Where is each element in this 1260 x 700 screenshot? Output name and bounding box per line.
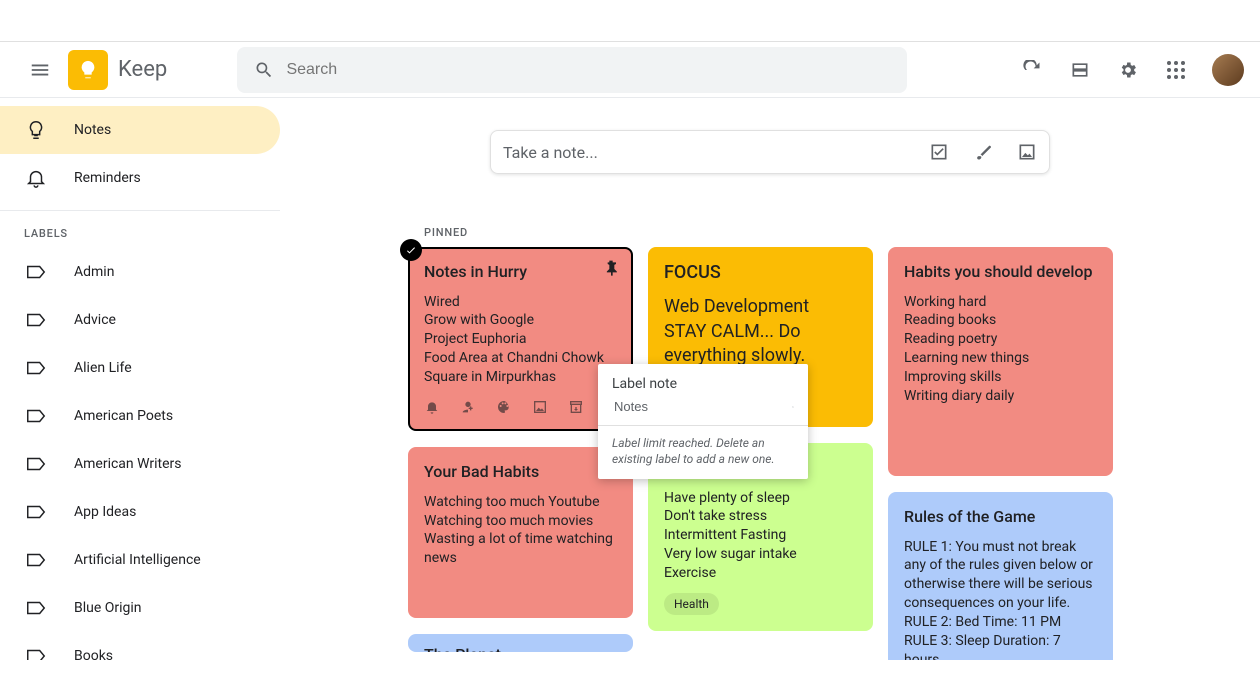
label-icon	[24, 308, 48, 332]
remind-me-button[interactable]	[424, 399, 440, 415]
gear-icon	[1118, 60, 1138, 80]
search-icon	[254, 60, 274, 80]
main-menu-button[interactable]	[16, 46, 64, 94]
sidebar-item-label-7[interactable]: Blue Origin	[0, 584, 280, 632]
sidebar-item-reminders[interactable]: Reminders	[0, 154, 280, 202]
image-icon	[1017, 142, 1037, 162]
settings-button[interactable]	[1108, 50, 1148, 90]
label-popup-title: Label note	[598, 364, 808, 398]
sidebar-item-label: American Poets	[74, 408, 173, 424]
sidebar-item-label: Artificial Intelligence	[74, 552, 201, 568]
take-note-placeholder: Take a note...	[503, 143, 929, 162]
list-view-icon	[1070, 60, 1090, 80]
search-icon-wrap	[243, 60, 284, 80]
refresh-button[interactable]	[1012, 50, 1052, 90]
archive-button[interactable]	[568, 399, 584, 415]
color-button[interactable]	[496, 399, 512, 415]
label-icon	[24, 404, 48, 428]
take-note-box[interactable]: Take a note...	[490, 130, 1050, 174]
label-icon	[24, 596, 48, 620]
label-note-popup: Label note Label limit reached. Delete a…	[598, 364, 808, 479]
pinned-heading: PINNED	[424, 226, 1260, 239]
note-title: Habits you should develop	[904, 261, 1097, 283]
account-avatar[interactable]	[1212, 54, 1244, 86]
sidebar-item-label-0[interactable]: Admin	[0, 248, 280, 296]
sidebar: Notes Reminders LABELS Admin Advice Alien …	[0, 98, 280, 660]
selected-check-icon[interactable]	[400, 239, 422, 261]
note-label-chip[interactable]: Health	[664, 593, 719, 615]
label-icon	[24, 260, 48, 284]
sidebar-item-label: Advice	[74, 312, 116, 328]
sidebar-labels-heading: LABELS	[0, 219, 280, 248]
brush-icon	[973, 142, 993, 162]
sidebar-divider	[0, 210, 280, 211]
note-toolbar	[424, 399, 617, 415]
sidebar-item-label-1[interactable]: Advice	[0, 296, 280, 344]
sidebar-item-label-5[interactable]: App Ideas	[0, 488, 280, 536]
collaborator-button[interactable]	[460, 399, 476, 415]
sidebar-item-label: Blue Origin	[74, 600, 142, 616]
label-popup-message: Label limit reached. Delete an existing …	[598, 426, 808, 479]
sidebar-item-label-6[interactable]: Artificial Intelligence	[0, 536, 280, 584]
sidebar-item-label-2[interactable]: Alien Life	[0, 344, 280, 392]
list-view-button[interactable]	[1060, 50, 1100, 90]
label-popup-search-input[interactable]	[612, 398, 792, 415]
sidebar-item-label: Reminders	[74, 170, 141, 186]
note-title: Rules of the Game	[904, 506, 1097, 528]
lightbulb-icon	[77, 59, 99, 81]
header: Keep	[0, 42, 1260, 98]
new-drawing-button[interactable]	[973, 142, 993, 162]
sidebar-item-label: Notes	[74, 122, 111, 138]
note-title: Notes in Hurry	[424, 261, 617, 283]
apps-grid-icon	[1167, 61, 1185, 79]
label-icon	[24, 644, 48, 660]
sidebar-item-label: App Ideas	[74, 504, 136, 520]
sidebar-item-notes[interactable]: Notes	[0, 106, 280, 154]
new-list-button[interactable]	[929, 142, 949, 162]
new-image-button[interactable]	[1017, 142, 1037, 162]
pin-icon[interactable]	[601, 259, 621, 279]
sidebar-item-label: American Writers	[74, 456, 182, 472]
bell-icon	[24, 166, 48, 190]
hamburger-icon	[29, 59, 51, 81]
add-image-button[interactable]	[532, 399, 548, 415]
content-area: Take a note... PINNED Notes in Hurry Wire…	[280, 98, 1260, 660]
note-text: Have plenty of sleep Don't take stress I…	[664, 489, 857, 583]
note-text: Watching too much Youtube Watching too m…	[424, 493, 617, 569]
sidebar-item-label: Alien Life	[74, 360, 132, 376]
search-icon	[792, 400, 794, 414]
note-text: Working hard Reading books Reading poetr…	[904, 293, 1097, 406]
note-card[interactable]: Rules of the Game RULE 1: You must not br…	[888, 492, 1113, 660]
note-card[interactable]: Habits you should develop Working hard Re…	[888, 247, 1113, 476]
label-icon	[24, 452, 48, 476]
google-apps-button[interactable]	[1156, 50, 1196, 90]
label-icon	[24, 356, 48, 380]
note-title: Your Bad Habits	[424, 461, 617, 483]
note-title: FOCUS	[664, 261, 857, 285]
label-icon	[24, 548, 48, 572]
keep-logo	[68, 50, 108, 90]
sidebar-item-label: Admin	[74, 264, 114, 280]
note-text: RULE 1: You must not break any of the ru…	[904, 538, 1097, 660]
refresh-icon	[1022, 60, 1042, 80]
checkbox-icon	[929, 142, 949, 162]
note-text: Wired Grow with Google Project Euphoria …	[424, 293, 617, 387]
sidebar-item-label: Books	[74, 648, 113, 660]
lightbulb-icon	[24, 118, 48, 142]
label-icon	[24, 500, 48, 524]
search-input[interactable]	[284, 60, 901, 80]
sidebar-item-label-8[interactable]: Books	[0, 632, 280, 660]
sidebar-item-label-4[interactable]: American Writers	[0, 440, 280, 488]
search-box[interactable]	[237, 47, 907, 93]
sidebar-item-label-3[interactable]: American Poets	[0, 392, 280, 440]
note-card[interactable]: The Planet...	[408, 634, 633, 652]
note-title: The Planet...	[424, 644, 617, 652]
note-text: Web Development STAY CALM... Do everythi…	[664, 295, 857, 368]
app-title: Keep	[118, 57, 167, 82]
